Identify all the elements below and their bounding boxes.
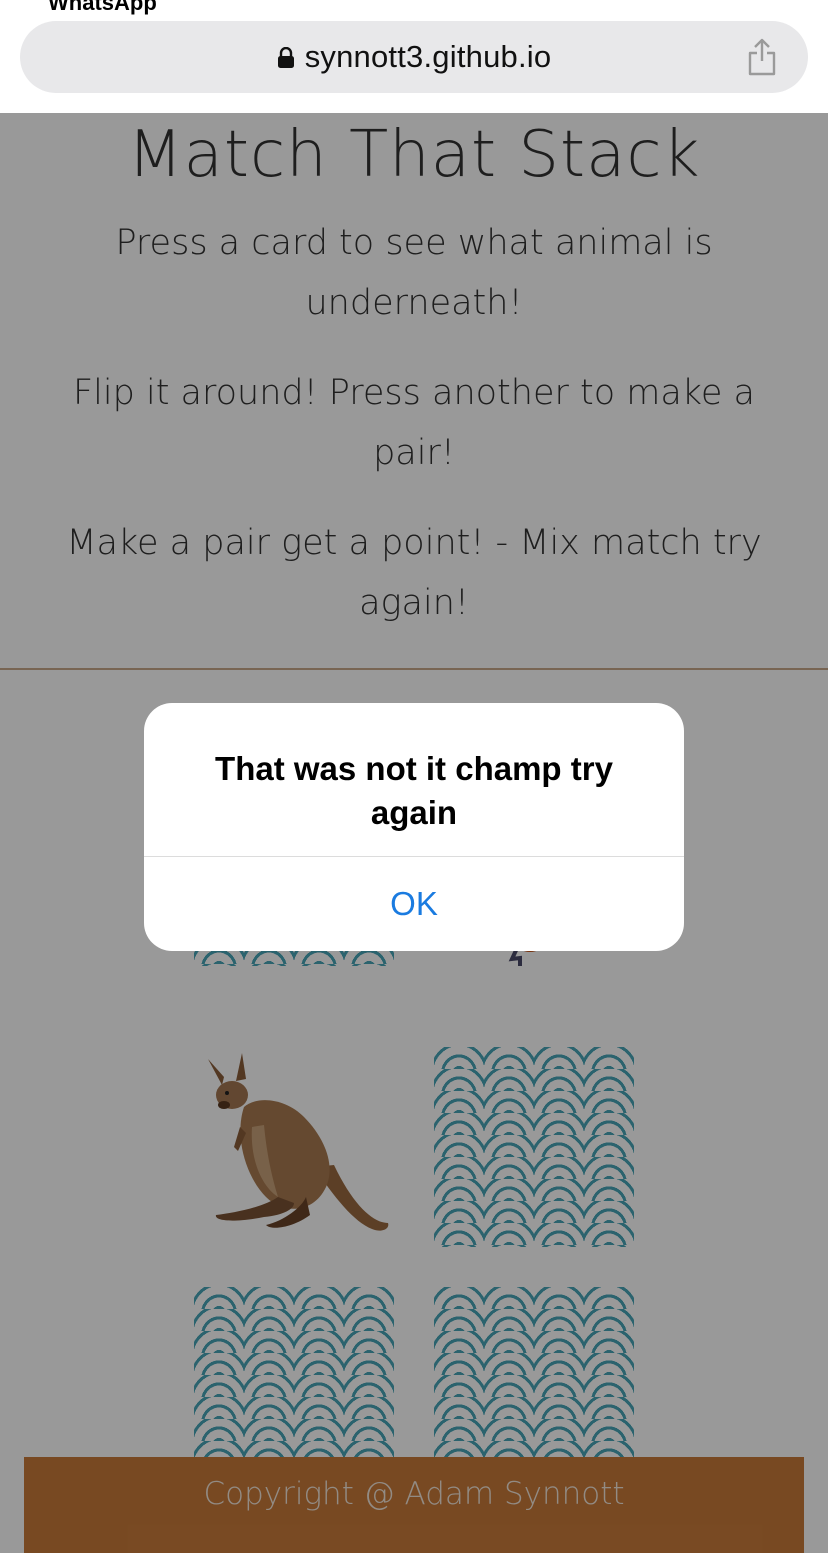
ok-button[interactable]: OK <box>144 857 684 951</box>
address-bar[interactable]: synnott3.github.io <box>20 21 808 93</box>
url-text: synnott3.github.io <box>304 39 552 74</box>
alert-dialog: That was not it champ try again OK <box>144 703 684 951</box>
share-icon[interactable] <box>746 37 778 77</box>
alert-message: That was not it champ try again <box>215 750 613 831</box>
lock-icon <box>277 47 294 68</box>
status-bar-app-label: WhatsApp <box>48 0 157 15</box>
